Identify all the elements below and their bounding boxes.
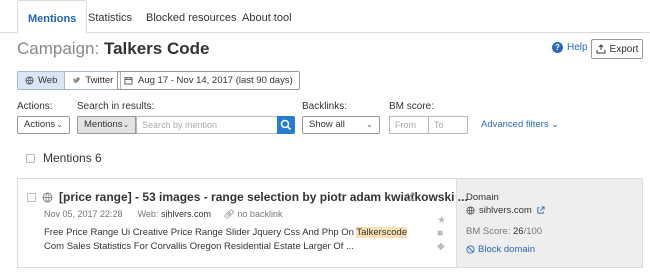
snippet-highlight: Talkerscode: [356, 227, 408, 238]
source-web-button[interactable]: Web: [18, 72, 66, 89]
mention-meta: Nov 05, 2017 22:28 Web: sihlvers.com 🔗︎ …: [44, 209, 282, 220]
domain-value-row: sihlvers.com: [466, 205, 545, 216]
trash-icon[interactable]: ■: [437, 228, 446, 241]
bm-to-input[interactable]: To: [428, 116, 468, 134]
mention-actions: ★ ■ ◆: [437, 215, 446, 254]
globe-icon: [42, 192, 53, 203]
actions-value: Actions: [24, 119, 56, 130]
tab-blocked-resources[interactable]: Blocked resources: [136, 0, 247, 33]
search-scope-select[interactable]: Mentions ⌄: [77, 116, 136, 134]
date-range-label: Aug 17 - Nov 14, 2017 (last 90 days): [138, 75, 293, 86]
export-button[interactable]: Export: [591, 39, 643, 59]
calendar-icon: [124, 76, 133, 85]
search-icon: [280, 119, 292, 131]
domain-value[interactable]: sihlvers.com: [479, 205, 532, 216]
search-button[interactable]: [277, 116, 295, 134]
date-range-picker[interactable]: Aug 17 - Nov 14, 2017 (last 90 days): [117, 71, 300, 90]
snippet-text-after: Com Sales Statistics For Corvallis Orego…: [44, 241, 354, 252]
search-label: Search in results:: [77, 101, 155, 112]
snippet-text-before: Free Price Range Ui Creative Price Range…: [44, 227, 357, 238]
source-toggle: Web Twitter: [17, 71, 122, 90]
search-scope-value: Mentions: [84, 119, 123, 130]
external-link-icon[interactable]: [536, 206, 545, 215]
tab-bar: Mentions Statistics Blocked resources Ab…: [0, 0, 650, 34]
export-label: Export: [609, 43, 639, 55]
backlinks-label: Backlinks:: [302, 101, 348, 112]
bm-from-input[interactable]: From: [389, 116, 429, 134]
mention-date: Nov 05, 2017 22:28: [44, 209, 123, 219]
external-link-icon[interactable]: [405, 192, 415, 202]
mentions-count: Mentions 6: [43, 151, 102, 165]
tab-about-tool[interactable]: About tool: [232, 0, 302, 33]
chevron-down-icon: ⌄: [366, 120, 373, 129]
bm-score: BM Score: 26/100: [466, 226, 542, 237]
campaign-prefix: Campaign:: [17, 39, 100, 58]
source-twitter-label: Twitter: [85, 75, 114, 86]
source-twitter-button[interactable]: Twitter: [65, 72, 121, 89]
bm-score-max: /100: [523, 226, 543, 237]
block-domain-link[interactable]: Block domain: [466, 244, 535, 255]
globe-icon: [25, 76, 34, 85]
star-icon[interactable]: ★: [437, 215, 446, 228]
source-web-label: Web: [38, 75, 58, 86]
help-link[interactable]: ? Help: [552, 42, 588, 53]
tag-icon[interactable]: ◆: [437, 241, 446, 254]
select-all-checkbox[interactable]: [26, 153, 35, 163]
bm-score-label-card: BM Score:: [466, 226, 511, 237]
help-label: Help: [567, 42, 588, 53]
advanced-filters-link[interactable]: Advanced filters ⌄: [481, 119, 559, 130]
help-icon: ?: [552, 42, 563, 53]
mention-web-value[interactable]: sihlvers.com: [161, 209, 211, 219]
backlinks-select[interactable]: Show all ⌄: [302, 116, 380, 134]
mentions-header: Mentions 6: [26, 151, 102, 165]
search-input[interactable]: Search by mention: [136, 116, 278, 134]
mention-snippet: Free Price Range Ui Creative Price Range…: [44, 226, 424, 254]
advanced-filters-label: Advanced filters: [481, 119, 549, 130]
chevron-down-icon: ⌄: [551, 119, 560, 130]
globe-icon: [466, 206, 475, 215]
mention-checkbox[interactable]: [27, 193, 36, 202]
mention-backlink-status: no backlink: [237, 209, 283, 219]
bm-score-value: 26: [513, 226, 524, 237]
actions-label: Actions:: [17, 101, 53, 112]
tab-statistics[interactable]: Statistics: [78, 0, 142, 33]
export-icon: [596, 44, 606, 54]
backlinks-value: Show all: [309, 119, 345, 130]
bm-score-label: BM score:: [389, 101, 435, 112]
tab-mentions[interactable]: Mentions: [17, 0, 88, 34]
mention-web-label: Web:: [137, 209, 159, 219]
campaign-name: Talkers Code: [103, 39, 210, 58]
domain-label: Domain: [466, 192, 499, 203]
twitter-icon: [73, 77, 81, 84]
block-domain-label: Block domain: [478, 244, 536, 255]
actions-select[interactable]: Actions ⌄: [17, 116, 70, 134]
page-title: Campaign: Talkers Code: [17, 39, 209, 59]
chevron-down-icon: ⌄: [122, 120, 130, 129]
block-icon: [466, 245, 475, 254]
chevron-down-icon: ⌄: [56, 120, 63, 129]
link-icon: 🔗︎: [223, 209, 235, 219]
